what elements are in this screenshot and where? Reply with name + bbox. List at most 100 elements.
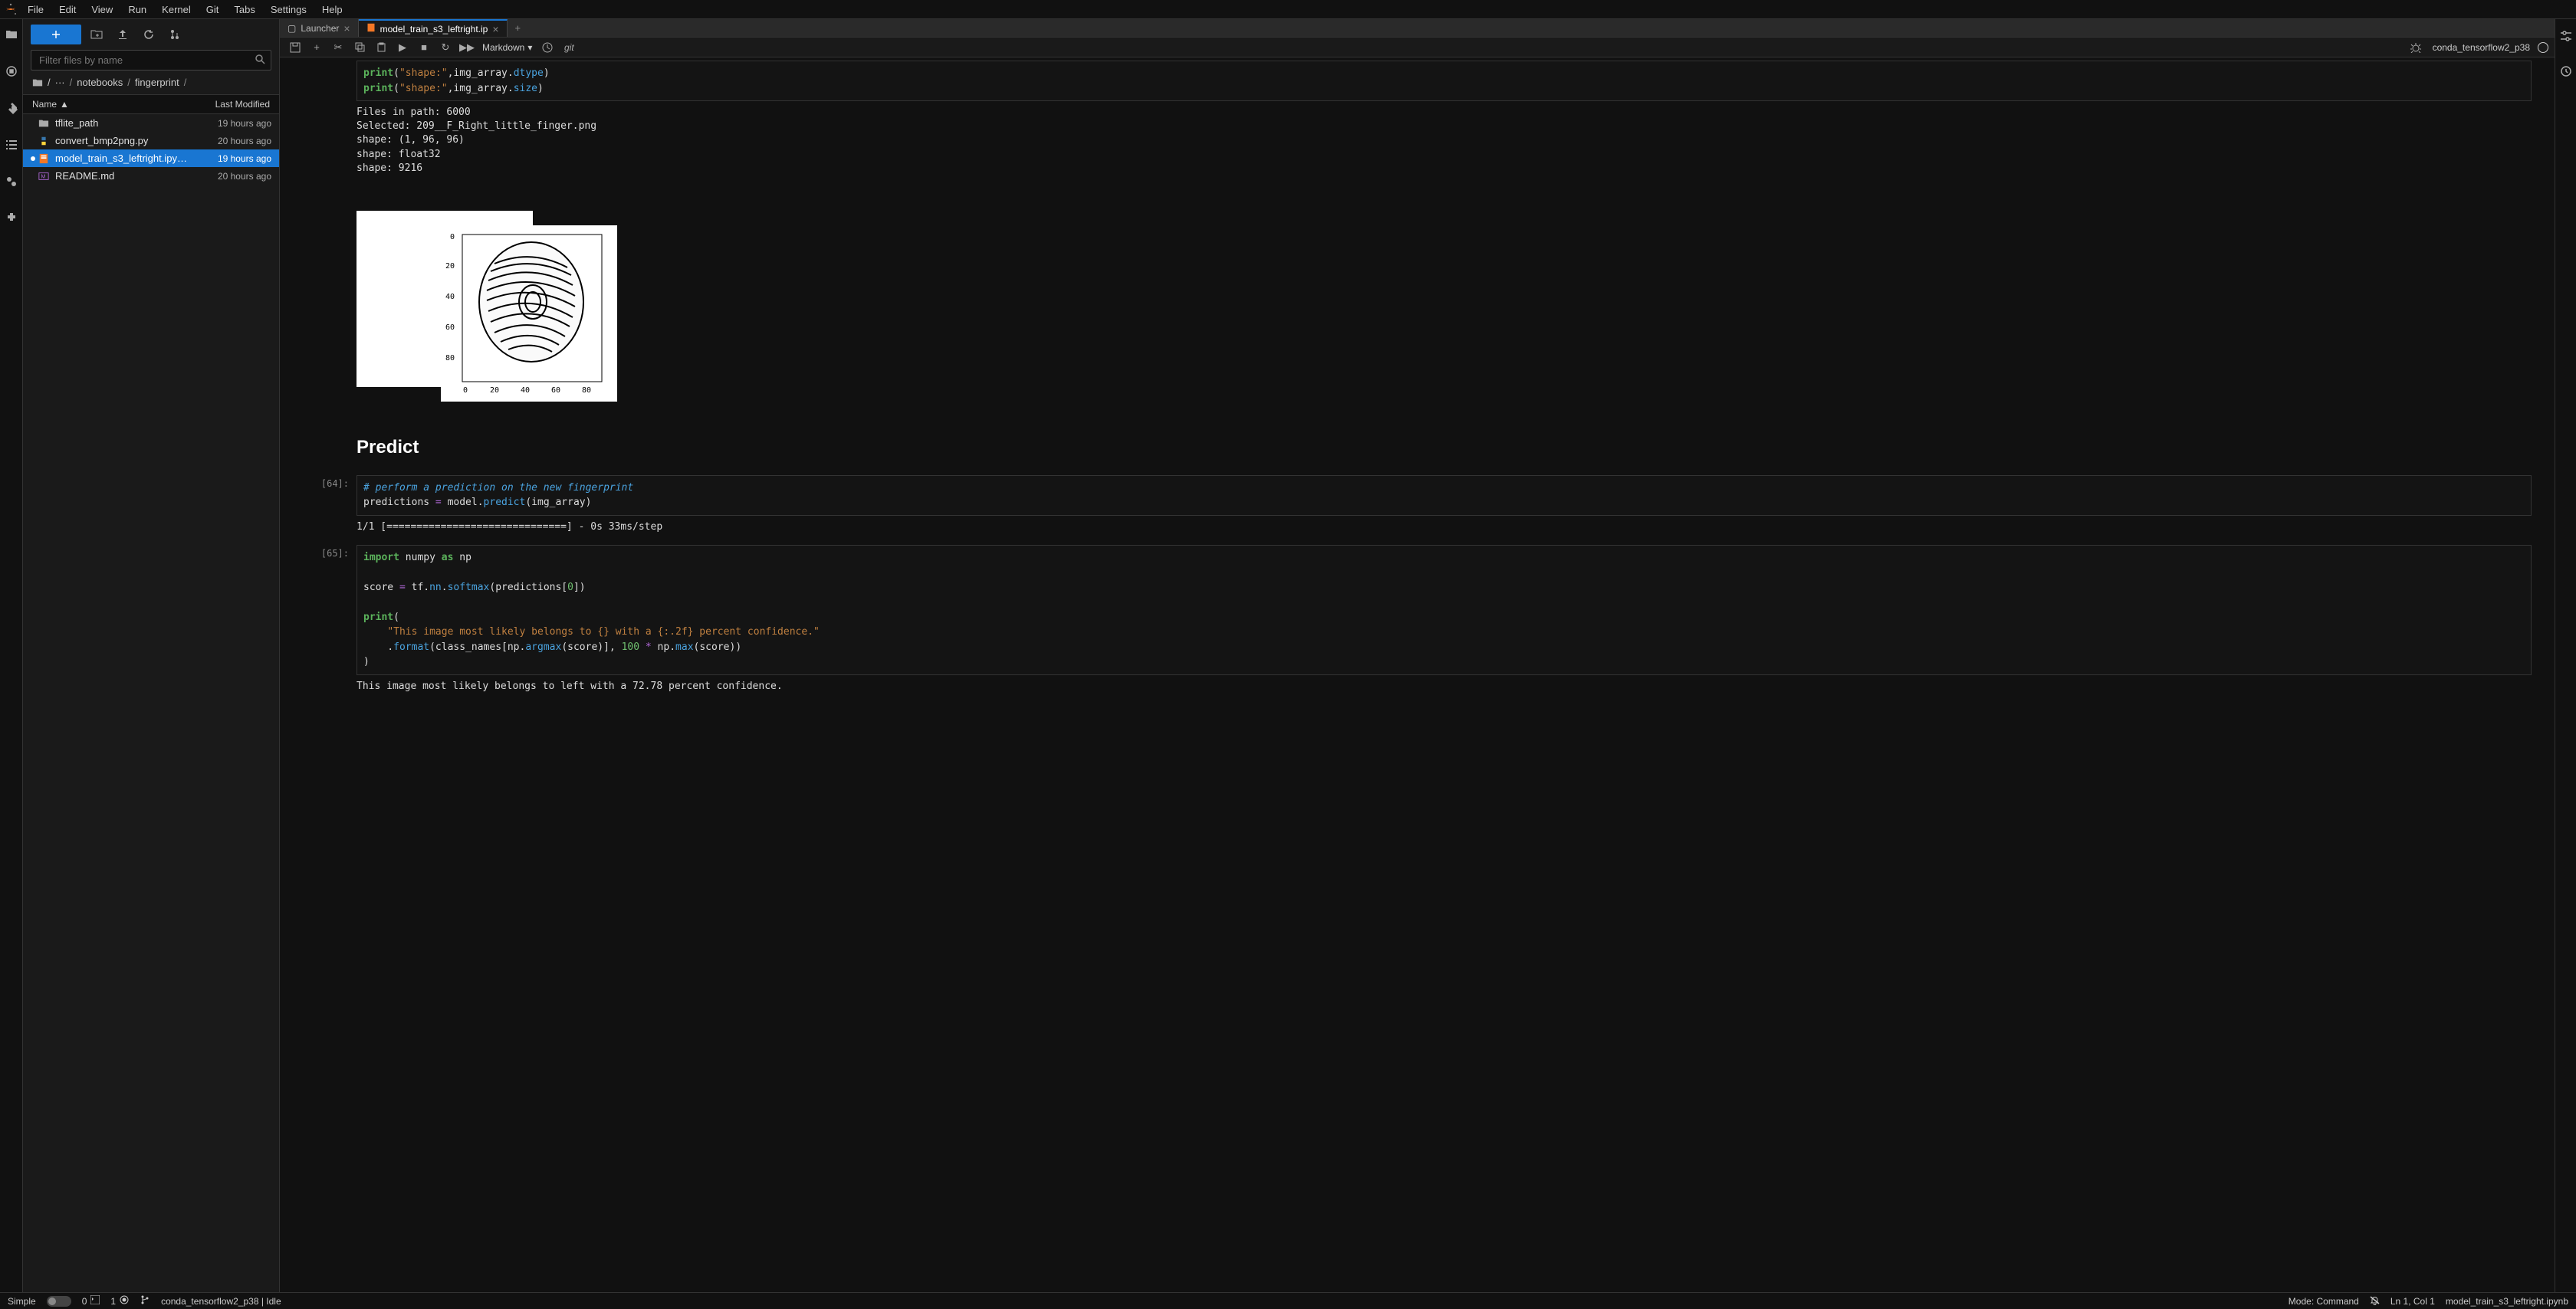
file-browser: / ··· / notebooks / fingerprint / Name ▲…	[23, 19, 280, 1292]
svg-text:80: 80	[445, 354, 455, 363]
modified-column-header[interactable]: Last Modified	[215, 99, 270, 110]
refresh-icon[interactable]	[138, 25, 159, 44]
breadcrumb-sep: /	[70, 77, 73, 88]
add-cell-icon[interactable]: +	[307, 39, 326, 56]
breadcrumb-seg[interactable]: fingerprint	[135, 77, 179, 88]
git-pull-icon[interactable]	[164, 25, 186, 44]
svg-text:60: 60	[551, 386, 560, 395]
cell-prompt	[303, 426, 356, 429]
bug-icon[interactable]	[2407, 39, 2425, 56]
notification-icon[interactable]	[2370, 1295, 2380, 1307]
kernel-status[interactable]: conda_tensorflow2_p38 | Idle	[161, 1296, 281, 1307]
activity-toc-icon[interactable]	[1, 134, 22, 156]
right-activity-bar	[2555, 19, 2576, 1292]
new-folder-icon[interactable]	[86, 25, 107, 44]
statusbar: Simple 0 1 conda_tensorflow2_p38 | Idle …	[0, 1292, 2576, 1309]
jupyter-logo[interactable]	[2, 0, 20, 18]
notebook-icon	[38, 153, 51, 164]
file-row[interactable]: M README.md 20 hours ago	[23, 167, 279, 185]
cut-icon[interactable]: ✂	[329, 39, 347, 56]
code-cell[interactable]: print("shape:",img_array.dtype) print("s…	[356, 61, 2532, 101]
name-column-header[interactable]: Name ▲	[32, 99, 69, 110]
launcher-icon: ▢	[288, 23, 296, 34]
file-time: 20 hours ago	[218, 136, 271, 146]
filter-files-input[interactable]	[31, 50, 271, 71]
plot-output: 0 20 40 60 80 0 20 40 60 80	[356, 180, 2532, 420]
code-cell[interactable]: # perform a prediction on the new finger…	[356, 475, 2532, 516]
restart-icon[interactable]: ↻	[436, 39, 455, 56]
breadcrumb-seg[interactable]: notebooks	[77, 77, 123, 88]
file-row[interactable]: tflite_path 19 hours ago	[23, 114, 279, 132]
mode-status: Mode: Command	[2288, 1296, 2359, 1307]
file-list: tflite_path 19 hours ago convert_bmp2png…	[23, 114, 279, 1292]
code-cell[interactable]: import numpy as np score = tf.nn.softmax…	[356, 545, 2532, 675]
restart-run-icon[interactable]: ▶▶	[458, 39, 476, 56]
run-icon[interactable]: ▶	[393, 39, 412, 56]
breadcrumb-sep: /	[184, 77, 187, 88]
svg-text:40: 40	[521, 386, 530, 395]
menu-git[interactable]: Git	[199, 2, 227, 18]
menu-view[interactable]: View	[84, 2, 120, 18]
kernels-count[interactable]: 1	[110, 1296, 116, 1307]
breadcrumb[interactable]: / ··· / notebooks / fingerprint /	[23, 71, 279, 94]
property-inspector-icon[interactable]	[2555, 25, 2576, 47]
breadcrumb-seg[interactable]: /	[48, 77, 51, 88]
save-icon[interactable]	[286, 39, 304, 56]
menu-tabs[interactable]: Tabs	[226, 2, 262, 18]
activity-settings-icon[interactable]	[1, 171, 22, 192]
file-path-status: model_train_s3_leftright.ipynb	[2446, 1296, 2568, 1307]
activity-git-icon[interactable]	[1, 97, 22, 119]
menu-file[interactable]: File	[20, 2, 51, 18]
cell-output: Files in path: 6000 Selected: 209__F_Rig…	[356, 101, 2532, 180]
paste-icon[interactable]	[372, 39, 390, 56]
clock-icon[interactable]	[538, 39, 557, 56]
kernel-name[interactable]: conda_tensorflow2_p38	[2433, 42, 2530, 53]
folder-icon	[38, 118, 51, 129]
new-launcher-button[interactable]	[31, 25, 81, 44]
git-branch-icon[interactable]	[140, 1294, 150, 1307]
file-time: 19 hours ago	[218, 118, 271, 129]
menu-help[interactable]: Help	[314, 2, 350, 18]
cell-prompt: [65]:	[303, 545, 356, 559]
tab-launcher[interactable]: ▢ Launcher ×	[280, 19, 359, 37]
breadcrumb-seg[interactable]: ···	[55, 77, 65, 88]
markdown-heading[interactable]: Predict	[356, 426, 2532, 469]
debugger-icon[interactable]	[2555, 61, 2576, 82]
svg-text:0: 0	[463, 386, 468, 395]
cell-output: 1/1 [==============================] - 0…	[356, 516, 2532, 539]
git-toolbar-icon[interactable]: git	[560, 39, 578, 56]
simple-mode-toggle[interactable]	[47, 1296, 71, 1307]
file-name: README.md	[55, 170, 218, 182]
notebook-icon	[366, 23, 376, 34]
upload-icon[interactable]	[112, 25, 133, 44]
close-icon[interactable]: ×	[492, 23, 498, 35]
cursor-position: Ln 1, Col 1	[2390, 1296, 2435, 1307]
file-name: model_train_s3_leftright.ipy…	[55, 153, 218, 164]
copy-icon[interactable]	[350, 39, 369, 56]
menu-run[interactable]: Run	[120, 2, 154, 18]
tab-label: model_train_s3_leftright.ip	[380, 24, 488, 34]
menu-kernel[interactable]: Kernel	[154, 2, 199, 18]
file-row[interactable]: model_train_s3_leftright.ipy… 19 hours a…	[23, 149, 279, 167]
close-icon[interactable]: ×	[343, 22, 350, 34]
menu-settings[interactable]: Settings	[263, 2, 314, 18]
add-tab-button[interactable]: +	[508, 22, 529, 34]
file-name: tflite_path	[55, 117, 218, 129]
terminals-count[interactable]: 0	[82, 1296, 87, 1307]
menu-edit[interactable]: Edit	[51, 2, 84, 18]
cell-type-dropdown[interactable]: Markdown ▾	[479, 41, 535, 54]
activity-folder-icon[interactable]	[1, 24, 22, 45]
activity-extensions-icon[interactable]	[1, 208, 22, 229]
svg-text:40: 40	[445, 293, 455, 301]
notebook-content[interactable]: print("shape:",img_array.dtype) print("s…	[280, 57, 2555, 1292]
stop-icon[interactable]: ■	[415, 39, 433, 56]
markdown-icon: M	[38, 171, 51, 182]
svg-text:20: 20	[490, 386, 499, 395]
file-row[interactable]: convert_bmp2png.py 20 hours ago	[23, 132, 279, 149]
tab-notebook[interactable]: model_train_s3_leftright.ip ×	[359, 19, 508, 37]
activity-running-icon[interactable]	[1, 61, 22, 82]
search-icon	[255, 54, 265, 67]
activity-bar	[0, 19, 23, 1292]
kernel-status-icon[interactable]	[2538, 42, 2548, 53]
python-icon	[38, 136, 51, 146]
